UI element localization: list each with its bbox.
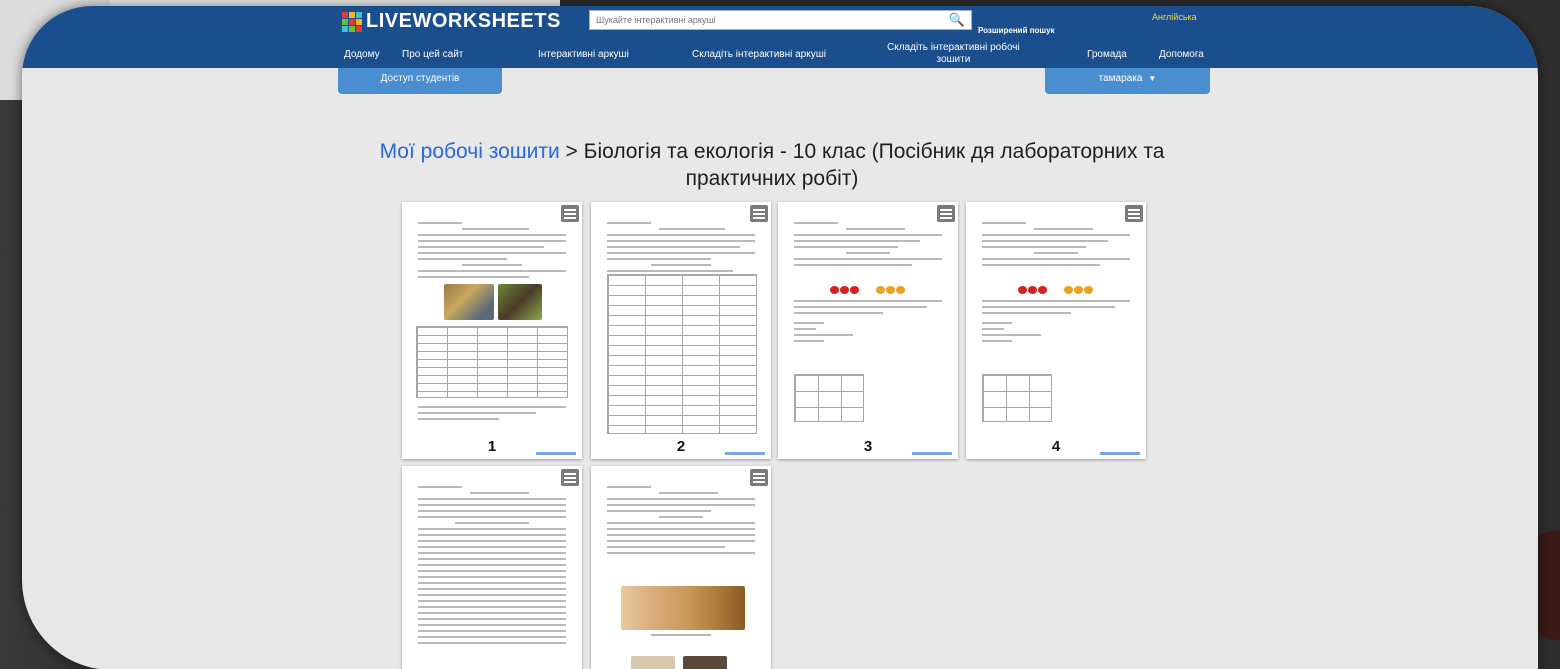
worksheet-thumbnail-1[interactable]: 1: [402, 202, 582, 459]
logo-grid-icon: [342, 11, 362, 32]
punnett-square: [982, 374, 1052, 422]
worksheet-footer-link: [725, 452, 765, 455]
worksheet-text-preview: [607, 486, 755, 558]
worksheet-text-preview: [607, 222, 755, 276]
worksheet-text-preview-2: [794, 300, 942, 346]
hamburger-menu-icon[interactable]: [561, 205, 579, 222]
worksheet-thumbnail-5[interactable]: [402, 466, 582, 669]
worksheet-thumbnail-3[interactable]: 3: [778, 202, 958, 459]
tomato-yellow-3: [1084, 286, 1093, 294]
photo-face-2: [683, 656, 727, 669]
search-icon[interactable]: 🔍: [944, 10, 970, 30]
worksheet-footer-link: [536, 452, 576, 455]
hamburger-menu-icon[interactable]: [561, 469, 579, 486]
site-logo[interactable]: LIVEWORKSHEETS: [342, 10, 561, 33]
punnett-square: [794, 374, 864, 422]
worksheet-footer-link: [1100, 452, 1140, 455]
worksheet-text-preview-2: [418, 406, 566, 424]
tomato-yellow-2: [886, 286, 895, 294]
language-selector[interactable]: Англійська: [1152, 12, 1197, 22]
tomato-red-2: [840, 286, 849, 294]
photo-animal-1: [444, 284, 494, 320]
worksheet-thumbnail-2[interactable]: 2: [591, 202, 771, 459]
student-access-label: Доступ студентів: [380, 73, 460, 84]
breadcrumb-separator: >: [565, 140, 578, 163]
nav-home[interactable]: Додому: [344, 49, 380, 60]
nav-about[interactable]: Про цей сайт: [402, 49, 463, 60]
tomato-red-3: [1038, 286, 1047, 294]
worksheet-table: [416, 326, 568, 398]
site-name: LIVEWORKSHEETS: [366, 10, 561, 32]
worksheet-text-preview: [418, 222, 566, 282]
photo-animal-2: [498, 284, 542, 320]
nav-community[interactable]: Громада: [1087, 49, 1127, 60]
breadcrumb-my-workbooks-link[interactable]: Мої робочі зошити: [380, 140, 560, 163]
nav-help[interactable]: Допомога: [1159, 49, 1204, 60]
page-title: Мої робочі зошити > Біологія та екологія…: [372, 138, 1172, 192]
hamburger-menu-icon[interactable]: [750, 205, 768, 222]
photo-face-1: [631, 656, 675, 669]
tomato-yellow-1: [1064, 286, 1073, 294]
tomato-red-3: [850, 286, 859, 294]
worksheet-text-preview: [794, 222, 942, 270]
tomato-yellow-3: [896, 286, 905, 294]
top-navigation-bar: LIVEWORKSHEETS Шукайте інтерактивні арку…: [22, 6, 1538, 68]
nav-make-interactive-workbooks[interactable]: Складіть інтерактивні робочі зошити: [887, 42, 1020, 66]
browser-screenshot: LIVEWORKSHEETS Шукайте інтерактивні арку…: [22, 6, 1538, 669]
tomato-red-1: [830, 286, 839, 294]
student-access-button[interactable]: Доступ студентів: [338, 68, 502, 94]
advanced-search-link[interactable]: Розширений пошук: [978, 26, 1055, 35]
worksheet-text-preview-2: [982, 300, 1130, 346]
chart-caption: [651, 634, 711, 640]
nav-make-workbooks-line2: зошити: [936, 54, 971, 65]
worksheet-table: [607, 274, 757, 434]
tomato-red-1: [1018, 286, 1027, 294]
worksheet-thumbnail-6[interactable]: [591, 466, 771, 669]
hamburger-menu-icon[interactable]: [937, 205, 955, 222]
caret-down-icon: ▼: [1148, 74, 1157, 83]
worksheet-text-preview: [982, 222, 1130, 270]
skin-color-chart: [621, 586, 745, 630]
breadcrumb-current: Біологія та екологія - 10 клас (Посібник…: [583, 140, 1165, 190]
nav-make-interactive-worksheets[interactable]: Складіть інтерактивні аркуші: [692, 49, 826, 60]
user-menu-button[interactable]: тамарака ▼: [1045, 68, 1210, 94]
hamburger-menu-icon[interactable]: [750, 469, 768, 486]
nav-interactive-worksheets[interactable]: Інтерактивні аркуші: [538, 49, 629, 60]
user-name-label: тамарака: [1098, 73, 1143, 84]
tomato-yellow-1: [876, 286, 885, 294]
tomato-yellow-2: [1074, 286, 1083, 294]
hamburger-menu-icon[interactable]: [1125, 205, 1143, 222]
search-input[interactable]: Шукайте інтерактивні аркуші: [589, 10, 972, 30]
worksheet-text-preview: [418, 486, 566, 648]
tomato-red-2: [1028, 286, 1037, 294]
worksheet-footer-link: [912, 452, 952, 455]
nav-make-workbooks-line1: Складіть інтерактивні робочі: [887, 42, 1020, 53]
worksheet-thumbnail-4[interactable]: 4: [966, 202, 1146, 459]
